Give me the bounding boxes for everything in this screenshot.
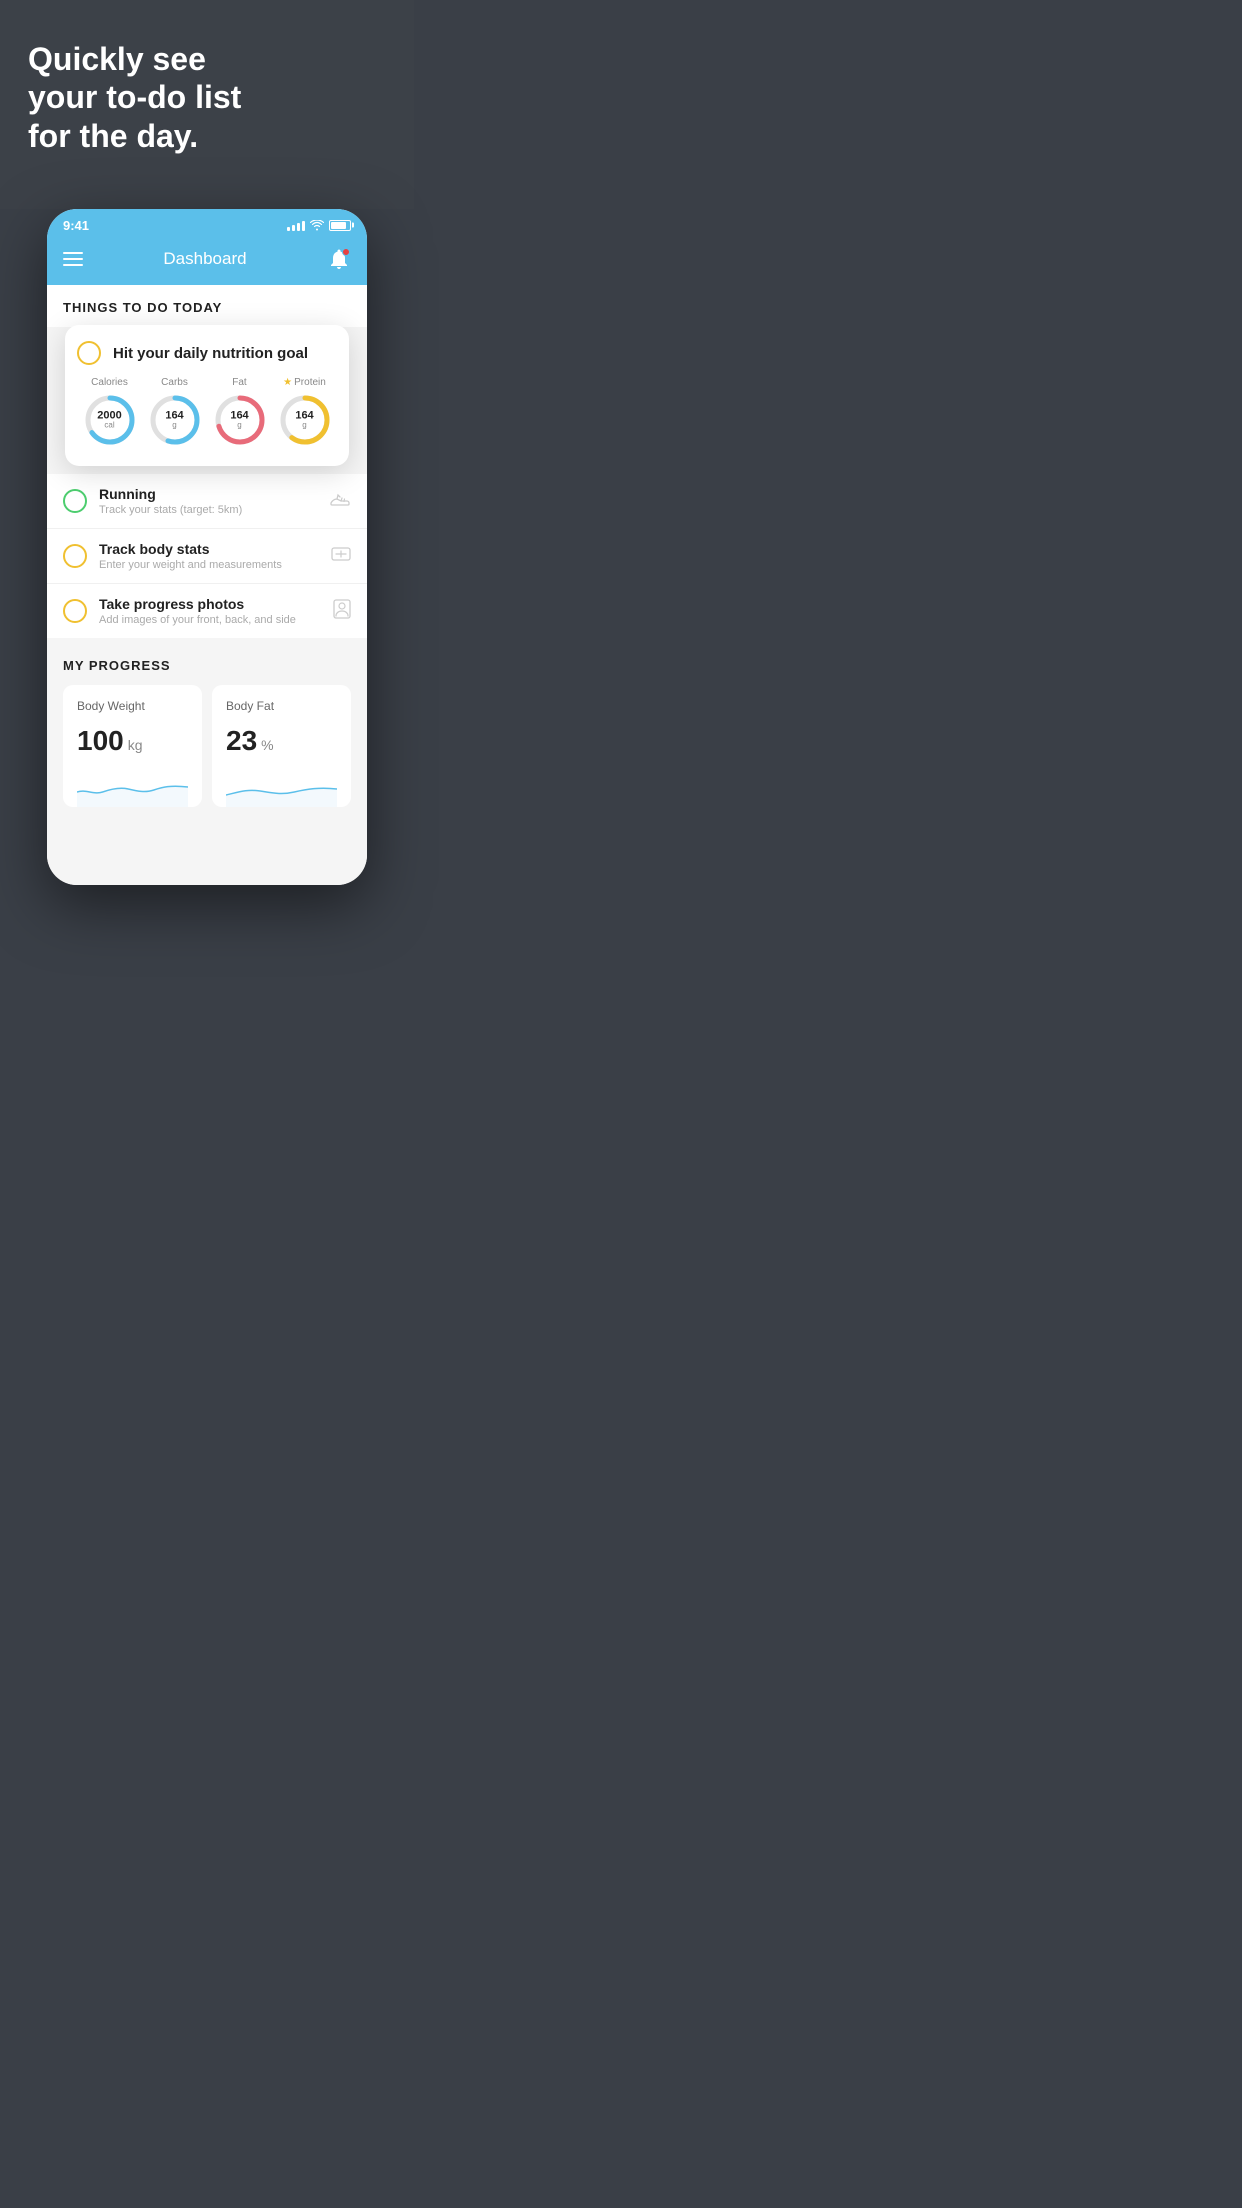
headline-text: Quickly see your to-do list for the day. [28, 40, 386, 155]
phone-container: 9:41 [0, 209, 414, 885]
progress-cards: Body Weight 100 kg [63, 685, 351, 807]
body-weight-unit: kg [128, 737, 143, 753]
todo-list: Running Track your stats (target: 5km) [47, 474, 367, 638]
todo-item-running[interactable]: Running Track your stats (target: 5km) [47, 474, 367, 529]
macro-calories-ring: 2000 cal [82, 392, 138, 448]
macro-fat-label: Fat [232, 377, 246, 388]
macro-carbs-ring: 164 g [147, 392, 203, 448]
nutrition-task-row: Hit your daily nutrition goal [77, 341, 337, 365]
body-fat-value-row: 23 % [226, 725, 337, 757]
macro-protein-ring: 164 g [277, 392, 333, 448]
body-stats-subtitle: Enter your weight and measurements [99, 559, 319, 571]
status-time: 9:41 [63, 218, 89, 233]
photos-subtitle: Add images of your front, back, and side [99, 614, 321, 626]
progress-section-title: MY PROGRESS [63, 658, 351, 673]
nutrition-task-label: Hit your daily nutrition goal [113, 345, 308, 362]
star-icon: ★ [283, 377, 292, 388]
headline-line2: your to-do list [28, 79, 241, 115]
macros-row: Calories 2000 cal [77, 377, 337, 448]
header-title: Dashboard [163, 249, 246, 269]
body-fat-value: 23 [226, 725, 257, 757]
photos-title: Take progress photos [99, 596, 321, 612]
running-circle-check [63, 489, 87, 513]
body-fat-title: Body Fat [226, 699, 337, 713]
macro-calories-label: Calories [91, 377, 128, 388]
macro-fat-ring: 164 g [212, 392, 268, 448]
phone-content: THINGS TO DO TODAY Hit your daily nutrit… [47, 285, 367, 885]
macro-calories: Calories 2000 cal [82, 377, 138, 448]
battery-icon [329, 220, 351, 231]
person-icon [333, 599, 351, 624]
headline-line1: Quickly see [28, 41, 206, 77]
macro-fat: Fat 164 g [212, 377, 268, 448]
body-weight-value: 100 [77, 725, 124, 757]
running-subtitle: Track your stats (target: 5km) [99, 504, 317, 516]
headline-line3: for the day. [28, 118, 198, 154]
body-fat-chart [226, 767, 337, 807]
todo-item-body-stats[interactable]: Track body stats Enter your weight and m… [47, 529, 367, 584]
progress-card-weight[interactable]: Body Weight 100 kg [63, 685, 202, 807]
shoe-icon [329, 491, 351, 512]
running-title: Running [99, 486, 317, 502]
nutrition-circle-check[interactable] [77, 341, 101, 365]
app-header: Dashboard [47, 237, 367, 285]
body-weight-title: Body Weight [77, 699, 188, 713]
photos-circle-check [63, 599, 87, 623]
menu-button[interactable] [63, 252, 83, 266]
body-fat-unit: % [261, 737, 273, 753]
things-to-do-header: THINGS TO DO TODAY [47, 285, 367, 327]
macro-protein-label: ★ Protein [283, 377, 326, 388]
macro-carbs: Carbs 164 g [147, 377, 203, 448]
wifi-icon [310, 220, 324, 231]
notification-bell-button[interactable] [327, 247, 351, 271]
progress-card-fat[interactable]: Body Fat 23 % [212, 685, 351, 807]
page-wrapper: Quickly see your to-do list for the day.… [0, 0, 414, 915]
things-to-do-title: THINGS TO DO TODAY [63, 300, 222, 315]
macro-carbs-label: Carbs [161, 377, 188, 388]
body-weight-chart [77, 767, 188, 807]
nutrition-card: Hit your daily nutrition goal Calories [65, 325, 349, 466]
macro-protein: ★ Protein 164 g [277, 377, 333, 448]
scale-icon [331, 545, 351, 568]
body-stats-circle-check [63, 544, 87, 568]
phone-shell: 9:41 [47, 209, 367, 885]
todo-item-photos[interactable]: Take progress photos Add images of your … [47, 584, 367, 638]
status-bar: 9:41 [47, 209, 367, 237]
progress-section: MY PROGRESS Body Weight 100 kg [47, 638, 367, 807]
background-section: Quickly see your to-do list for the day. [0, 0, 414, 209]
status-icons [287, 219, 351, 231]
body-weight-value-row: 100 kg [77, 725, 188, 757]
signal-icon [287, 219, 305, 231]
body-stats-title: Track body stats [99, 541, 319, 557]
